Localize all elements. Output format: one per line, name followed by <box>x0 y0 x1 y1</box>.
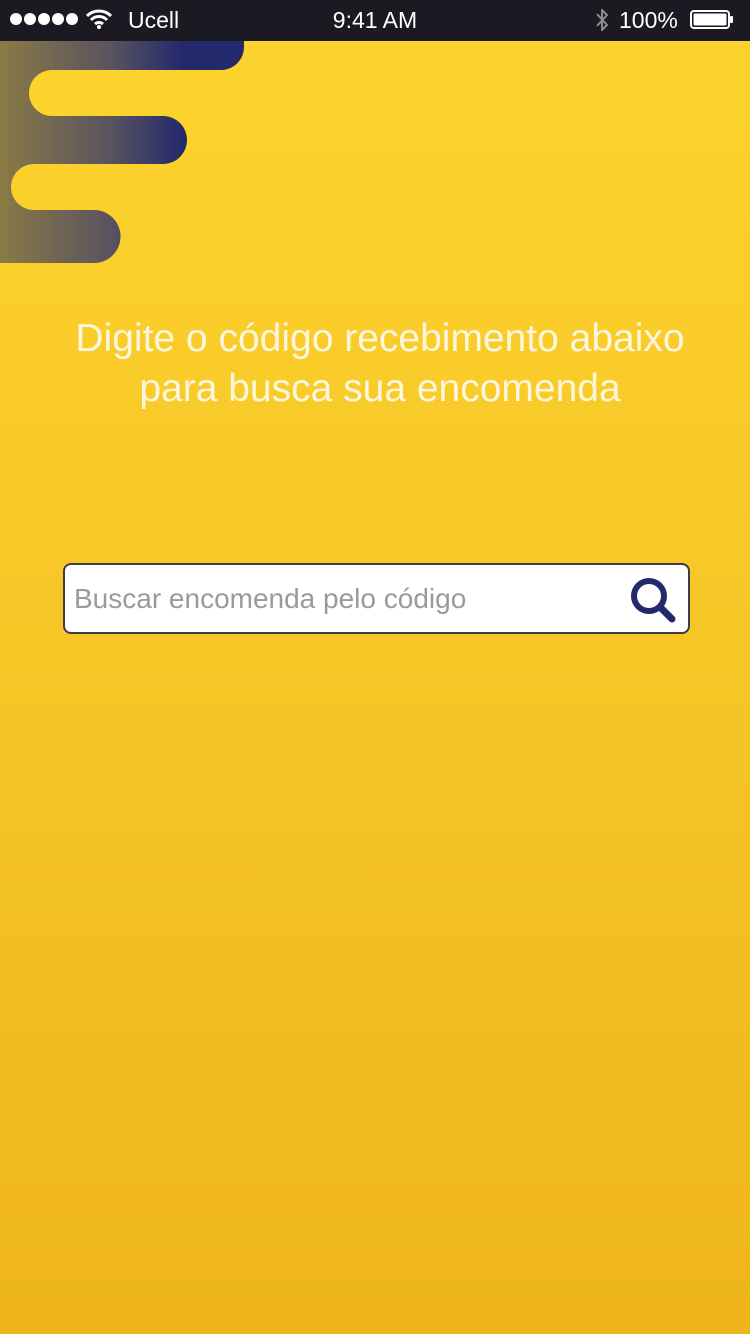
search-button[interactable] <box>625 576 681 624</box>
status-bar: Ucell 9:41 AM 100% <box>0 0 750 41</box>
search-input[interactable] <box>74 565 614 632</box>
battery-percentage: 100% <box>619 7 678 33</box>
bluetooth-icon <box>596 9 608 31</box>
battery-icon <box>690 10 733 29</box>
search-icon <box>631 578 676 623</box>
search-box <box>63 563 690 634</box>
brand-logo-icon <box>0 41 244 263</box>
page-heading: Digite o código recebimento abaixo para … <box>75 317 685 410</box>
